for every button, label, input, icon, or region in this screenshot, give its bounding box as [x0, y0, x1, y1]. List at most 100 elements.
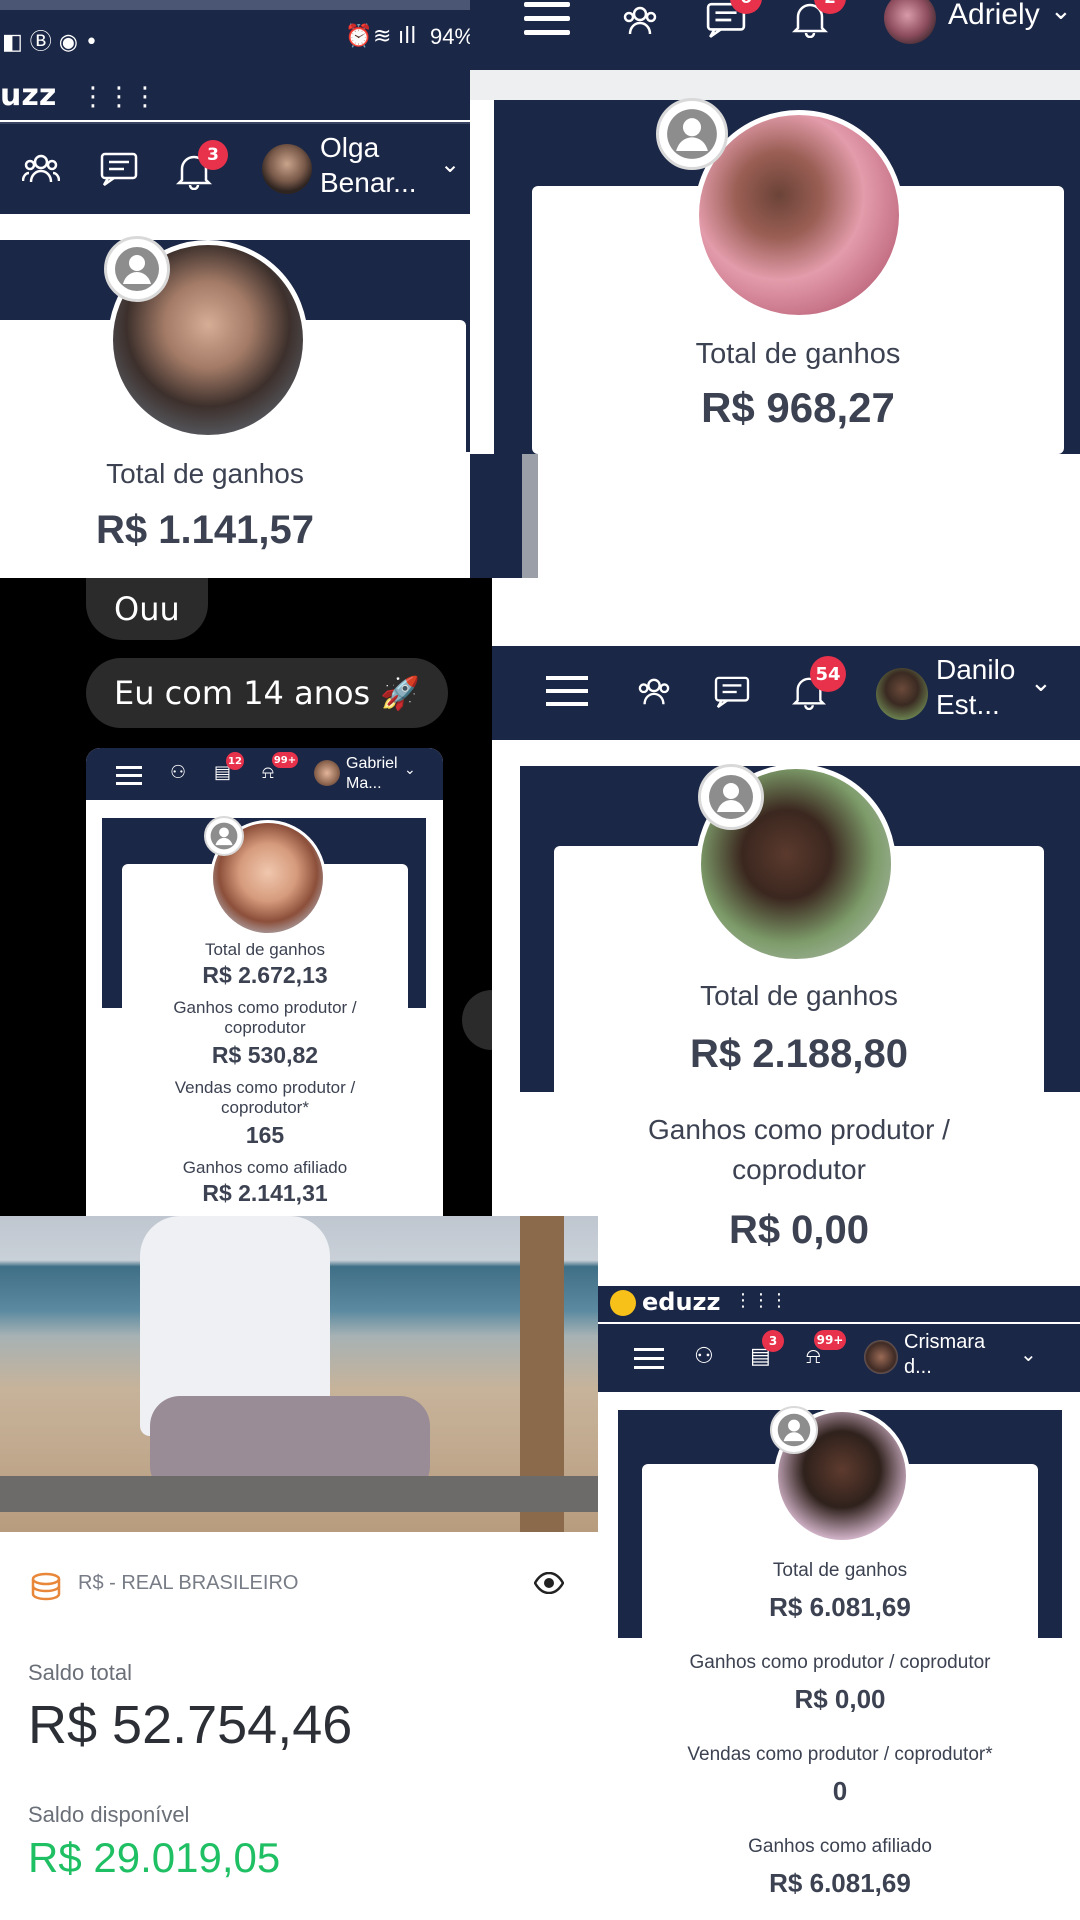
- producer-label: Ganhos como produtor / coprodutor: [173, 998, 357, 1038]
- alarm-icon: ⏰: [345, 24, 373, 49]
- chevron-down-icon[interactable]: ⌄: [1030, 668, 1052, 698]
- menu-icon[interactable]: [546, 676, 588, 706]
- notification-badge: 54: [810, 656, 846, 692]
- bell-icon[interactable]: 2: [792, 0, 846, 38]
- user-name-line-2[interactable]: Ma...: [346, 774, 398, 794]
- user-name-line-2[interactable]: d...: [904, 1355, 985, 1380]
- panel-adriely: 6 2 Adriely ⌄ Total de ganhos R$ 968,27: [470, 0, 1080, 454]
- brand-bar: uzz ⋮⋮⋮: [0, 72, 470, 120]
- user-name-line-1[interactable]: Danilo: [936, 652, 1015, 687]
- available-balance-label: Saldo disponível: [28, 1802, 190, 1827]
- producer-label-line-1: Ganhos como produtor /: [648, 1114, 950, 1145]
- message-badge: 3: [762, 1330, 784, 1352]
- total-balance-label: Saldo total: [28, 1660, 132, 1685]
- chevron-down-icon[interactable]: ⌄: [1020, 1342, 1037, 1366]
- panel-gabriel: ⚇ ▤ 12 ⍾ 99+ Gabriel Ma... ⌄ Total de ga…: [86, 748, 443, 1216]
- battery-level: 94%: [430, 24, 475, 49]
- affiliate-label: Ganhos como afiliado: [182, 1158, 348, 1177]
- chevron-down-icon[interactable]: ⌄: [404, 762, 416, 778]
- earnings-value: R$ 968,27: [701, 384, 895, 431]
- panel-danilo: 54 Danilo Est... ⌄ Total de ganhos R$ 2.…: [492, 646, 1080, 1286]
- avatar[interactable]: [884, 0, 936, 44]
- wallet-panel: R$ - REAL BRASILEIRO Saldo total R$ 52.7…: [0, 1532, 598, 1920]
- producer-value: R$ 0,00: [728, 1208, 870, 1252]
- header-gabriel: ⚇ ▤ 12 ⍾ 99+ Gabriel Ma... ⌄: [86, 748, 443, 800]
- people-icon[interactable]: [620, 4, 660, 38]
- total-value: R$ 2.188,80: [690, 1032, 908, 1076]
- chat-bubble: Ouu: [86, 578, 208, 640]
- available-balance-value: R$ 29.019,05: [28, 1834, 281, 1881]
- people-icon[interactable]: ⚇: [170, 762, 186, 783]
- notification-badge: 99+: [814, 1330, 846, 1350]
- menu-icon[interactable]: [116, 766, 142, 785]
- header-crismara: ⚇ ▤ 3 ⍾ 99+ Crismara d... ⌄: [598, 1324, 1080, 1392]
- currency-label: R$ - REAL BRASILEIRO: [78, 1572, 299, 1594]
- profile-placeholder-icon: [656, 98, 728, 170]
- avatar[interactable]: [314, 760, 340, 786]
- total-value: R$ 6.081,69: [769, 1592, 911, 1622]
- user-name-line-1[interactable]: Olga: [320, 130, 417, 165]
- avatar[interactable]: [262, 144, 312, 194]
- people-icon[interactable]: [636, 676, 672, 708]
- eye-icon[interactable]: [533, 1571, 565, 1599]
- earnings-value: R$ 1.141,57: [96, 508, 314, 552]
- producer-label: Ganhos como produtor / coprodutor: [689, 1652, 991, 1673]
- people-icon[interactable]: ⚇: [694, 1344, 714, 1369]
- producer-label-line-2: coprodutor: [732, 1154, 866, 1185]
- avatar[interactable]: [864, 1340, 898, 1374]
- affiliate-value: R$ 2.141,31: [202, 1180, 328, 1206]
- user-name[interactable]: Adriely: [948, 0, 1040, 32]
- bell-icon[interactable]: ⍾: [262, 762, 274, 783]
- sales-value: 165: [245, 1122, 285, 1148]
- user-name-line-1[interactable]: Gabriel: [346, 754, 398, 774]
- notification-badge: 3: [198, 140, 228, 170]
- menu-icon[interactable]: [634, 1348, 664, 1369]
- chat-screenshot: Ouu Eu com 14 anos 🚀 ⚇ ▤ 12 ⍾ 99+ Gabrie…: [0, 578, 522, 1216]
- apps-grid-icon[interactable]: ⋮⋮⋮: [80, 82, 158, 112]
- profile-banner: Total de ganhos R$ 1.141,57: [0, 236, 470, 578]
- total-label: Total de ganhos: [700, 980, 898, 1011]
- total-label: Total de ganhos: [204, 940, 326, 959]
- earnings-label: Total de ganhos: [106, 458, 304, 489]
- header-adriely: 6 2 Adriely ⌄: [470, 0, 1080, 70]
- signal-icon: ıll: [398, 24, 417, 49]
- profile-banner: Total de ganhos R$ 968,27: [494, 98, 1080, 454]
- user-name-line-2[interactable]: Est...: [936, 687, 1015, 722]
- eduzz-logo-icon: [610, 1290, 636, 1316]
- chat-icon[interactable]: [714, 676, 750, 708]
- bell-icon[interactable]: 3: [176, 140, 228, 190]
- chevron-down-icon[interactable]: ⌄: [440, 150, 460, 178]
- coins-icon: [30, 1572, 62, 1607]
- menu-icon[interactable]: [524, 2, 570, 35]
- sales-value: 0: [832, 1776, 848, 1806]
- sales-label: Vendas como produtor / coprodutor*: [687, 1744, 993, 1765]
- chat-icon[interactable]: 6: [706, 0, 762, 38]
- avatar[interactable]: [876, 668, 928, 720]
- brand-logo: uzz: [0, 78, 57, 113]
- bell-icon[interactable]: 54: [792, 656, 846, 710]
- brand-logo: eduzz: [642, 1288, 721, 1316]
- status-icons: ◧ Ⓑ ◉ •: [2, 30, 98, 55]
- apps-grid-icon[interactable]: ⋮⋮⋮: [734, 1290, 788, 1311]
- user-name-line-1[interactable]: Crismara: [904, 1330, 985, 1355]
- total-label: Total de ganhos: [772, 1560, 908, 1581]
- panel-olga: ◧ Ⓑ ◉ • ⏰ ≋ ıll 94% uzz ⋮⋮⋮ 3 Olga Benar…: [0, 0, 538, 578]
- total-value: R$ 2.672,13: [202, 962, 328, 988]
- brand-bar: eduzz ⋮⋮⋮: [598, 1286, 1080, 1322]
- affiliate-label: Ganhos como afiliado: [748, 1836, 932, 1857]
- wifi-icon: ≋: [373, 24, 392, 49]
- people-icon[interactable]: [22, 152, 60, 186]
- message-badge: 12: [226, 752, 244, 770]
- total-balance-value: R$ 52.754,46: [28, 1695, 353, 1755]
- status-bar: ◧ Ⓑ ◉ • ⏰ ≋ ıll 94%: [0, 0, 474, 72]
- profile-placeholder-icon: [770, 1406, 818, 1454]
- chevron-down-icon[interactable]: ⌄: [1050, 0, 1072, 26]
- notification-badge: 99+: [272, 752, 298, 768]
- profile-placeholder-icon: [104, 236, 170, 302]
- chat-icon[interactable]: [100, 152, 138, 186]
- earnings-label: Total de ganhos: [695, 338, 901, 370]
- user-name-line-2[interactable]: Benar...: [320, 165, 417, 200]
- profile-placeholder-icon: [204, 816, 244, 856]
- beach-photo: [0, 1216, 598, 1532]
- panel-crismara: eduzz ⋮⋮⋮ ⚇ ▤ 3 ⍾ 99+ Crismara d... ⌄ To…: [598, 1286, 1080, 1920]
